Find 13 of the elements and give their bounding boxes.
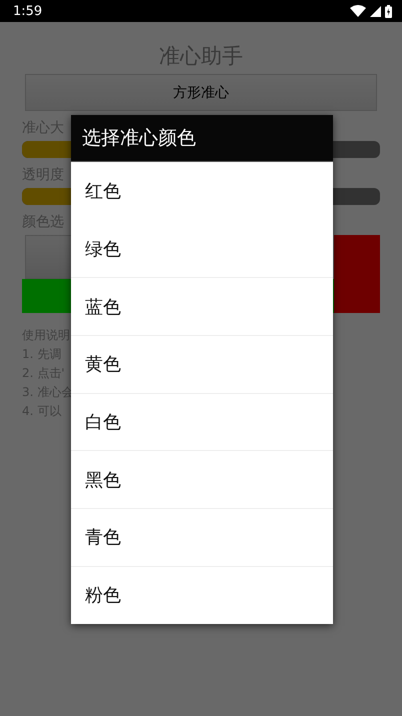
wifi-icon	[350, 5, 366, 17]
color-option[interactable]: 蓝色	[71, 277, 333, 336]
color-option[interactable]: 白色	[71, 392, 333, 450]
dialog-title: 选择准心颜色	[71, 115, 333, 162]
battery-icon	[385, 4, 392, 18]
color-option[interactable]: 红色	[71, 162, 333, 220]
color-option[interactable]: 黑色	[71, 450, 333, 508]
color-option[interactable]: 青色	[71, 508, 333, 566]
color-option[interactable]: 黄色	[71, 335, 333, 393]
color-option[interactable]: 绿色	[71, 220, 333, 278]
status-time: 1:59	[13, 4, 42, 18]
signal-icon	[370, 6, 381, 16]
color-option[interactable]: 粉色	[71, 566, 333, 624]
